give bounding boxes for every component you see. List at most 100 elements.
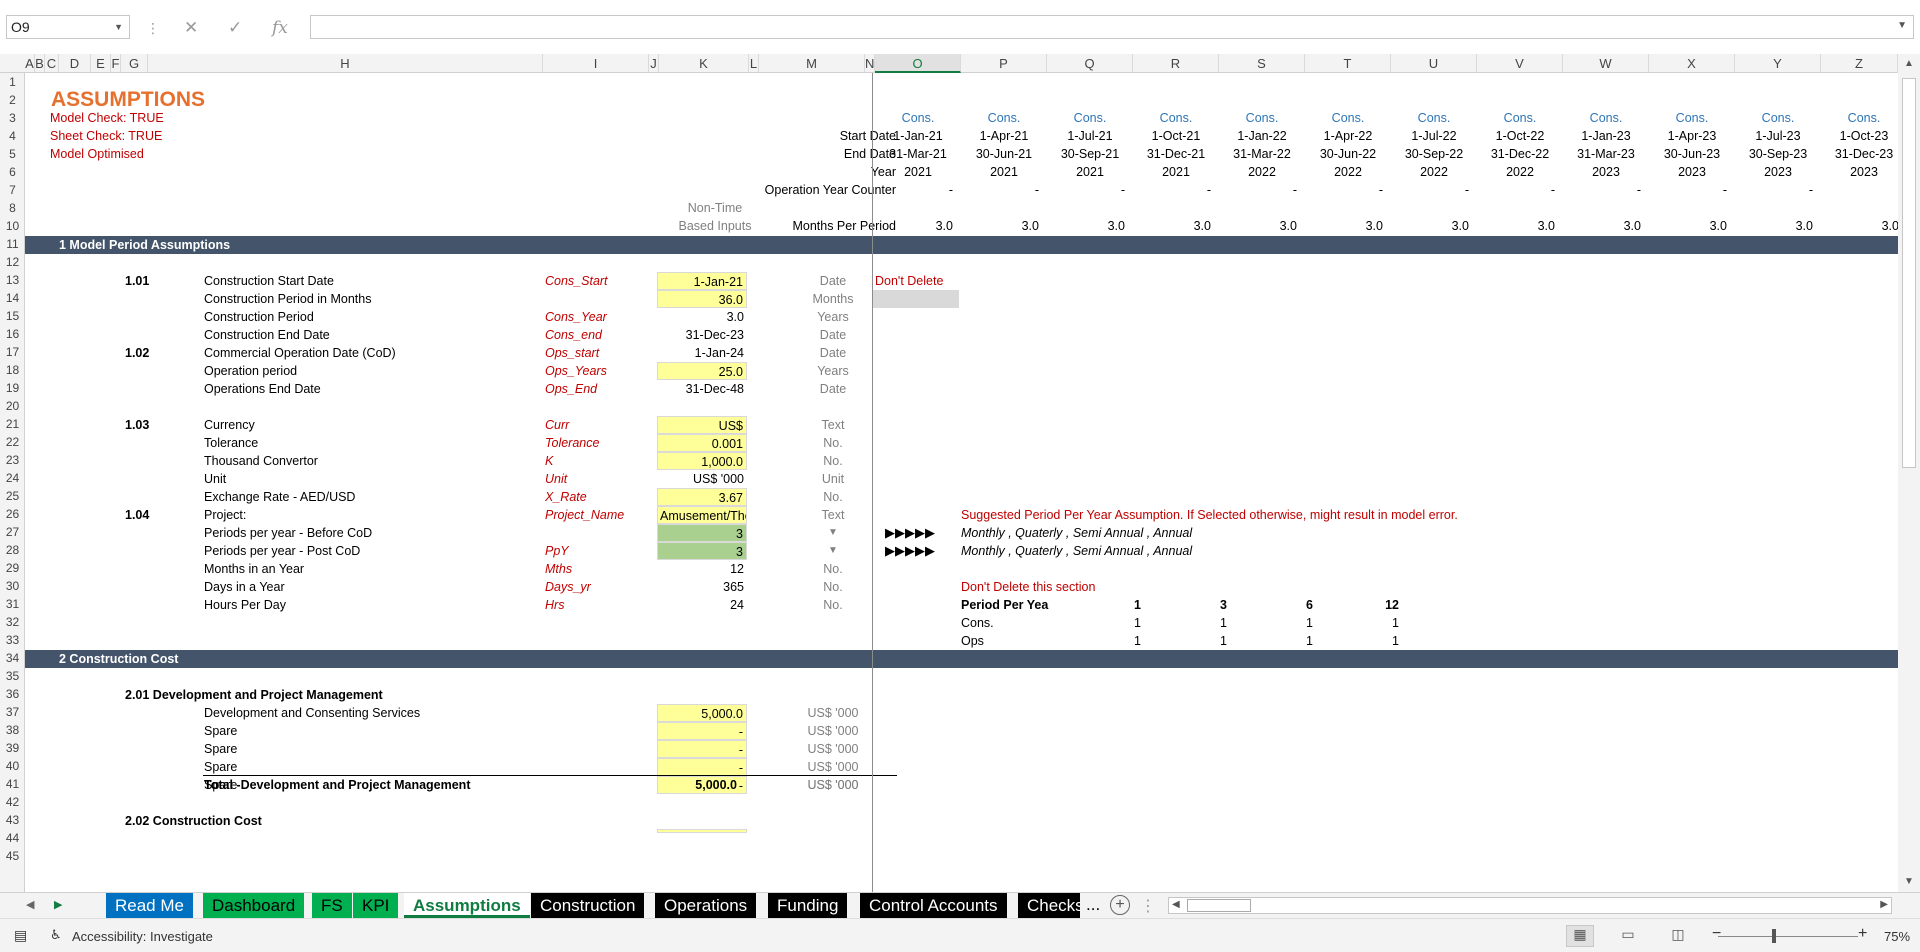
row-header-15[interactable]: 15: [0, 307, 25, 325]
cost-input[interactable]: -: [657, 722, 747, 740]
column-header-p[interactable]: P: [961, 54, 1047, 73]
cost-input[interactable]: -: [657, 740, 747, 758]
input-value[interactable]: 3.67: [657, 488, 747, 506]
row-header-12[interactable]: 12: [0, 253, 25, 271]
scroll-right-icon[interactable]: ▶: [1880, 899, 1888, 910]
scroll-down-icon[interactable]: ▼: [1904, 876, 1914, 887]
row-header-33[interactable]: 33: [0, 631, 25, 649]
input-value[interactable]: 12: [657, 560, 747, 578]
input-value[interactable]: 3.0: [657, 308, 747, 326]
column-header-r[interactable]: R: [1133, 54, 1219, 73]
row-header-45[interactable]: 45: [0, 847, 25, 865]
row-header-25[interactable]: 25: [0, 487, 25, 505]
row-header-11[interactable]: 11: [0, 235, 25, 253]
row-header-26[interactable]: 26: [0, 505, 25, 523]
row-header-4[interactable]: 4: [0, 127, 25, 145]
row-header-21[interactable]: 21: [0, 415, 25, 433]
prev-sheet-icon[interactable]: ◀: [26, 898, 34, 911]
input-value[interactable]: 24: [657, 596, 747, 614]
input-value[interactable]: 1,000.0: [657, 452, 747, 470]
cells-area[interactable]: ASSUMPTIONS Model Check: TRUE Sheet Chec…: [25, 73, 1898, 892]
input-value[interactable]: Amusement/Then: [657, 506, 747, 524]
horizontal-scrollbar[interactable]: ◀ ▶: [1168, 897, 1892, 914]
scroll-left-icon[interactable]: ◀: [1172, 899, 1180, 910]
zoom-slider[interactable]: [1718, 936, 1858, 937]
row-header-2[interactable]: 2: [0, 91, 25, 109]
accessibility-icon[interactable]: ♿: [50, 927, 62, 943]
input-cell-partial[interactable]: [657, 829, 747, 833]
column-header-h[interactable]: H: [148, 54, 543, 73]
vertical-scrollbar[interactable]: ▲ ▼: [1898, 54, 1920, 892]
input-value[interactable]: US$: [657, 416, 747, 434]
column-header-m[interactable]: M: [759, 54, 865, 73]
row-header-37[interactable]: 37: [0, 703, 25, 721]
input-value[interactable]: 1-Jan-24: [657, 344, 747, 362]
tab-control-accounts[interactable]: Control Accounts: [860, 893, 1007, 918]
column-header-g[interactable]: G: [121, 54, 148, 73]
row-header-10[interactable]: 10: [0, 217, 25, 235]
column-header-l[interactable]: L: [749, 54, 759, 73]
tab-assumptions[interactable]: Assumptions: [404, 893, 530, 918]
row-header-43[interactable]: 43: [0, 811, 25, 829]
column-header-a[interactable]: A: [25, 54, 35, 73]
row-header-17[interactable]: 17: [0, 343, 25, 361]
chevron-down-icon[interactable]: ▼: [1897, 20, 1907, 31]
column-header-x[interactable]: X: [1649, 54, 1735, 73]
zoom-in-icon[interactable]: +: [1858, 925, 1867, 943]
scroll-thumb[interactable]: [1902, 78, 1916, 468]
accessibility-status[interactable]: Accessibility: Investigate: [72, 929, 213, 944]
column-header-z[interactable]: Z: [1821, 54, 1898, 73]
row-header-22[interactable]: 22: [0, 433, 25, 451]
row-header-3[interactable]: 3: [0, 109, 25, 127]
row-header-28[interactable]: 28: [0, 541, 25, 559]
row-header-13[interactable]: 13: [0, 271, 25, 289]
column-header-b[interactable]: B: [35, 54, 45, 73]
input-value[interactable]: 3: [657, 542, 747, 560]
row-header-31[interactable]: 31: [0, 595, 25, 613]
scroll-up-icon[interactable]: ▲: [1904, 58, 1914, 69]
column-header-f[interactable]: F: [111, 54, 121, 73]
column-header-o[interactable]: O: [875, 54, 961, 73]
input-value[interactable]: 0.001: [657, 434, 747, 452]
macro-icon[interactable]: ▤: [14, 927, 27, 944]
dropdown-arrow-icon[interactable]: ▼: [770, 524, 896, 542]
column-header-q[interactable]: Q: [1047, 54, 1133, 73]
input-value[interactable]: 25.0: [657, 362, 747, 380]
tab-checks[interactable]: Checks: [1018, 893, 1080, 918]
row-header-5[interactable]: 5: [0, 145, 25, 163]
tab-read-me[interactable]: Read Me: [106, 893, 193, 918]
worksheet-grid[interactable]: ABCDEFGHIJKLMNOPQRSTUVWXYZ 1 2 3 4 5 6 7 8 10 11 1…: [0, 54, 1898, 892]
enter-icon[interactable]: ✓: [228, 18, 242, 38]
dropdown-arrow-icon[interactable]: ▼: [770, 542, 896, 560]
row-header-14[interactable]: 14: [0, 289, 25, 307]
row-header-7[interactable]: 7: [0, 181, 25, 199]
page-break-icon[interactable]: ◫: [1664, 925, 1692, 947]
function-icon[interactable]: fx: [272, 18, 288, 38]
column-header-c[interactable]: C: [45, 54, 59, 73]
column-header-n[interactable]: N: [865, 54, 875, 73]
row-header-38[interactable]: 38: [0, 721, 25, 739]
row-header-42[interactable]: 42: [0, 793, 25, 811]
row-header-27[interactable]: 27: [0, 523, 25, 541]
input-value[interactable]: 36.0: [657, 290, 747, 308]
column-header-t[interactable]: T: [1305, 54, 1391, 73]
column-header-i[interactable]: I: [543, 54, 649, 73]
row-header-19[interactable]: 19: [0, 379, 25, 397]
row-header-29[interactable]: 29: [0, 559, 25, 577]
normal-view-icon[interactable]: ▦: [1566, 925, 1594, 947]
formula-input[interactable]: ▼: [310, 15, 1914, 39]
tab-kpi[interactable]: KPI: [353, 893, 399, 918]
zoom-level[interactable]: 75%: [1884, 929, 1910, 944]
column-header-u[interactable]: U: [1391, 54, 1477, 73]
column-header-k[interactable]: K: [659, 54, 749, 73]
next-sheet-icon[interactable]: ▶: [54, 898, 62, 911]
hscroll-thumb[interactable]: [1187, 899, 1251, 912]
column-header-j[interactable]: J: [649, 54, 659, 73]
row-header-35[interactable]: 35: [0, 667, 25, 685]
zoom-slider-thumb[interactable]: [1772, 929, 1776, 943]
row-header-20[interactable]: 20: [0, 397, 25, 415]
zoom-out-icon[interactable]: −: [1712, 925, 1721, 943]
row-header-34[interactable]: 34: [0, 649, 25, 667]
row-header-30[interactable]: 30: [0, 577, 25, 595]
column-header-s[interactable]: S: [1219, 54, 1305, 73]
